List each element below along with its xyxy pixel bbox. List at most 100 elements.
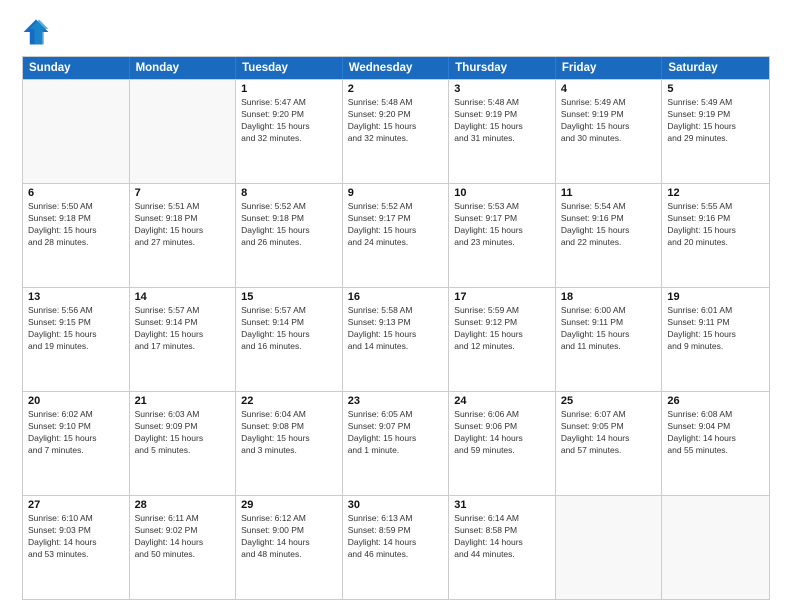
day-cell-30: 30 Sunrise: 6:13 AM Sunset: 8:59 PM Dayli… [343,496,450,599]
day-cell-29: 29 Sunrise: 6:12 AM Sunset: 9:00 PM Dayli… [236,496,343,599]
day-detail: Sunrise: 6:07 AM Sunset: 9:05 PM Dayligh… [561,409,657,457]
day-cell-empty [556,496,663,599]
header-cell-monday: Monday [130,57,237,79]
day-detail: Sunrise: 5:51 AM Sunset: 9:18 PM Dayligh… [135,201,231,249]
calendar: SundayMondayTuesdayWednesdayThursdayFrid… [22,56,770,600]
day-detail: Sunrise: 6:08 AM Sunset: 9:04 PM Dayligh… [667,409,764,457]
day-cell-27: 27 Sunrise: 6:10 AM Sunset: 9:03 PM Dayli… [23,496,130,599]
day-number: 21 [135,395,231,407]
day-number: 5 [667,83,764,95]
day-detail: Sunrise: 5:55 AM Sunset: 9:16 PM Dayligh… [667,201,764,249]
day-detail: Sunrise: 5:58 AM Sunset: 9:13 PM Dayligh… [348,305,444,353]
day-detail: Sunrise: 5:53 AM Sunset: 9:17 PM Dayligh… [454,201,550,249]
day-detail: Sunrise: 6:10 AM Sunset: 9:03 PM Dayligh… [28,513,124,561]
day-number: 1 [241,83,337,95]
day-detail: Sunrise: 5:48 AM Sunset: 9:20 PM Dayligh… [348,97,444,145]
day-detail: Sunrise: 6:11 AM Sunset: 9:02 PM Dayligh… [135,513,231,561]
calendar-header-row: SundayMondayTuesdayWednesdayThursdayFrid… [23,57,769,79]
day-number: 15 [241,291,337,303]
day-detail: Sunrise: 6:03 AM Sunset: 9:09 PM Dayligh… [135,409,231,457]
day-cell-9: 9Sunrise: 5:52 AM Sunset: 9:17 PM Daylig… [343,184,450,287]
day-number: 2 [348,83,444,95]
day-detail: Sunrise: 5:57 AM Sunset: 9:14 PM Dayligh… [241,305,337,353]
day-cell-22: 22 Sunrise: 6:04 AM Sunset: 9:08 PM Dayli… [236,392,343,495]
day-number: 19 [667,291,764,303]
day-cell-1: 1 Sunrise: 5:47 AM Sunset: 9:20 PM Daylig… [236,80,343,183]
day-detail: Sunrise: 5:48 AM Sunset: 9:19 PM Dayligh… [454,97,550,145]
day-number: 28 [135,499,231,511]
day-number: 3 [454,83,550,95]
week-row-5: 27 Sunrise: 6:10 AM Sunset: 9:03 PM Dayli… [23,495,769,599]
day-number: 8 [241,187,337,199]
day-cell-16: 16 Sunrise: 5:58 AM Sunset: 9:13 PM Dayli… [343,288,450,391]
logo [22,18,54,46]
day-detail: Sunrise: 6:02 AM Sunset: 9:10 PM Dayligh… [28,409,124,457]
day-detail: Sunrise: 6:06 AM Sunset: 9:06 PM Dayligh… [454,409,550,457]
day-detail: Sunrise: 6:04 AM Sunset: 9:08 PM Dayligh… [241,409,337,457]
day-number: 27 [28,499,124,511]
day-cell-11: 11 Sunrise: 5:54 AM Sunset: 9:16 PM Dayli… [556,184,663,287]
day-cell-18: 18 Sunrise: 6:00 AM Sunset: 9:11 PM Dayli… [556,288,663,391]
day-number: 22 [241,395,337,407]
day-cell-empty [130,80,237,183]
day-number: 24 [454,395,550,407]
day-cell-6: 6 Sunrise: 5:50 AM Sunset: 9:18 PM Daylig… [23,184,130,287]
logo-icon [22,18,50,46]
day-detail: Sunrise: 5:54 AM Sunset: 9:16 PM Dayligh… [561,201,657,249]
header-cell-friday: Friday [556,57,663,79]
day-cell-7: 7Sunrise: 5:51 AM Sunset: 9:18 PM Daylig… [130,184,237,287]
day-number: 17 [454,291,550,303]
day-detail: Sunrise: 5:50 AM Sunset: 9:18 PM Dayligh… [28,201,124,249]
header [22,18,770,46]
day-number: 18 [561,291,657,303]
day-detail: Sunrise: 6:01 AM Sunset: 9:11 PM Dayligh… [667,305,764,353]
day-number: 11 [561,187,657,199]
day-number: 14 [135,291,231,303]
day-number: 20 [28,395,124,407]
day-cell-2: 2 Sunrise: 5:48 AM Sunset: 9:20 PM Daylig… [343,80,450,183]
day-cell-28: 28 Sunrise: 6:11 AM Sunset: 9:02 PM Dayli… [130,496,237,599]
day-number: 25 [561,395,657,407]
day-detail: Sunrise: 5:49 AM Sunset: 9:19 PM Dayligh… [561,97,657,145]
header-cell-sunday: Sunday [23,57,130,79]
day-detail: Sunrise: 5:59 AM Sunset: 9:12 PM Dayligh… [454,305,550,353]
day-detail: Sunrise: 6:12 AM Sunset: 9:00 PM Dayligh… [241,513,337,561]
day-cell-empty [662,496,769,599]
day-cell-12: 12 Sunrise: 5:55 AM Sunset: 9:16 PM Dayli… [662,184,769,287]
day-number: 30 [348,499,444,511]
day-detail: Sunrise: 5:52 AM Sunset: 9:17 PM Dayligh… [348,201,444,249]
day-detail: Sunrise: 5:47 AM Sunset: 9:20 PM Dayligh… [241,97,337,145]
day-cell-21: 21 Sunrise: 6:03 AM Sunset: 9:09 PM Dayli… [130,392,237,495]
day-cell-20: 20 Sunrise: 6:02 AM Sunset: 9:10 PM Dayli… [23,392,130,495]
day-detail: Sunrise: 5:49 AM Sunset: 9:19 PM Dayligh… [667,97,764,145]
week-row-1: 1 Sunrise: 5:47 AM Sunset: 9:20 PM Daylig… [23,79,769,183]
header-cell-saturday: Saturday [662,57,769,79]
day-number: 23 [348,395,444,407]
day-cell-3: 3 Sunrise: 5:48 AM Sunset: 9:19 PM Daylig… [449,80,556,183]
day-number: 6 [28,187,124,199]
day-number: 12 [667,187,764,199]
day-cell-17: 17 Sunrise: 5:59 AM Sunset: 9:12 PM Dayli… [449,288,556,391]
day-detail: Sunrise: 6:14 AM Sunset: 8:58 PM Dayligh… [454,513,550,561]
day-number: 4 [561,83,657,95]
day-cell-15: 15 Sunrise: 5:57 AM Sunset: 9:14 PM Dayli… [236,288,343,391]
day-number: 16 [348,291,444,303]
header-cell-wednesday: Wednesday [343,57,450,79]
day-cell-24: 24 Sunrise: 6:06 AM Sunset: 9:06 PM Dayli… [449,392,556,495]
day-detail: Sunrise: 6:13 AM Sunset: 8:59 PM Dayligh… [348,513,444,561]
day-cell-14: 14Sunrise: 5:57 AM Sunset: 9:14 PM Dayli… [130,288,237,391]
header-cell-tuesday: Tuesday [236,57,343,79]
day-cell-23: 23Sunrise: 6:05 AM Sunset: 9:07 PM Dayli… [343,392,450,495]
day-cell-26: 26 Sunrise: 6:08 AM Sunset: 9:04 PM Dayli… [662,392,769,495]
day-number: 10 [454,187,550,199]
day-detail: Sunrise: 5:56 AM Sunset: 9:15 PM Dayligh… [28,305,124,353]
day-detail: Sunrise: 6:00 AM Sunset: 9:11 PM Dayligh… [561,305,657,353]
day-number: 13 [28,291,124,303]
week-row-3: 13 Sunrise: 5:56 AM Sunset: 9:15 PM Dayli… [23,287,769,391]
day-number: 29 [241,499,337,511]
day-cell-13: 13 Sunrise: 5:56 AM Sunset: 9:15 PM Dayli… [23,288,130,391]
week-row-4: 20 Sunrise: 6:02 AM Sunset: 9:10 PM Dayli… [23,391,769,495]
page: SundayMondayTuesdayWednesdayThursdayFrid… [0,0,792,612]
day-number: 26 [667,395,764,407]
calendar-body: 1 Sunrise: 5:47 AM Sunset: 9:20 PM Daylig… [23,79,769,599]
